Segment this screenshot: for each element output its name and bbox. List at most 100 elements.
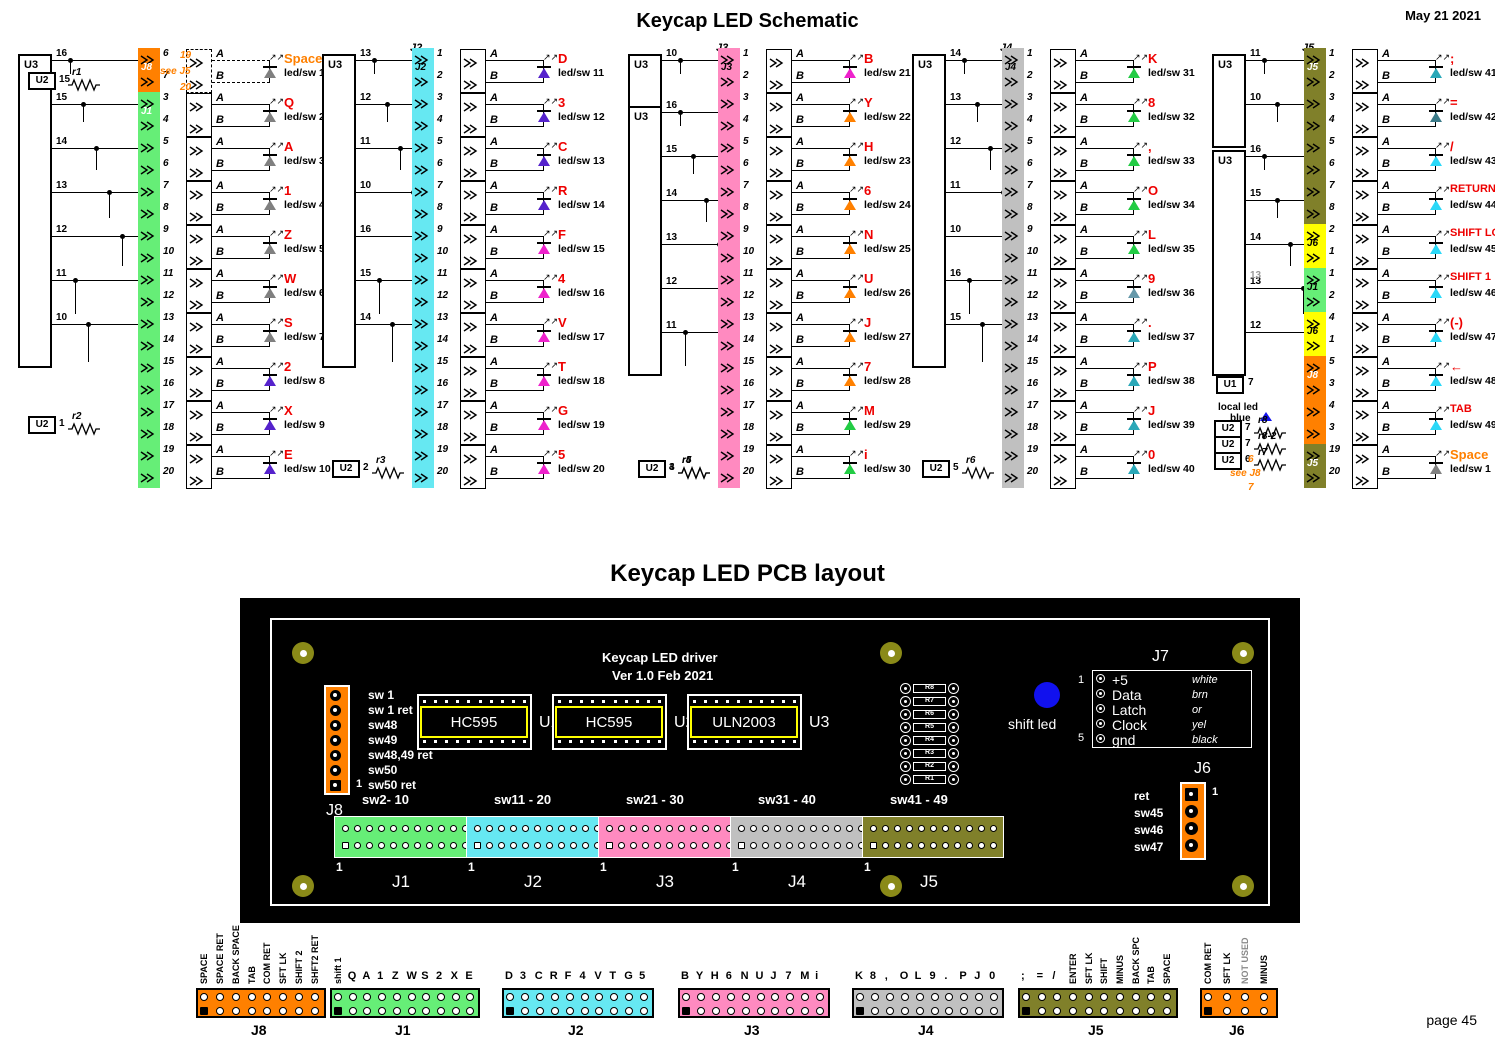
legend-label: B — [681, 970, 689, 982]
ribbon-arrow — [1306, 448, 1324, 461]
key-label: P — [1148, 359, 1157, 374]
connector-arrow — [463, 231, 481, 249]
resistor-label: r8 — [1258, 415, 1268, 426]
led-cathode-bar — [1127, 418, 1141, 420]
led-symbol — [264, 420, 276, 430]
ic-pin — [635, 740, 639, 743]
connector-pin-b: 6 — [1027, 158, 1033, 169]
ribbon-arrow — [1004, 228, 1022, 241]
connector-pin-a: 11 — [437, 268, 448, 279]
ribbon-connector-J5[interactable]: J5 J6 J1 J6 J8 J5 — [1304, 48, 1326, 488]
led-symbol — [844, 332, 856, 342]
wire — [52, 324, 138, 325]
led-symbol — [844, 288, 856, 298]
connector-arrow — [463, 319, 481, 337]
pcb-header-pad — [510, 842, 517, 849]
pcb-header-pad — [666, 842, 673, 849]
connector-pin-b: 20 — [1027, 466, 1039, 477]
led-emission-icon: ↗↗ — [543, 272, 559, 282]
pcb-header-pad — [450, 825, 457, 832]
j8-pad-center — [333, 708, 337, 712]
wire — [1264, 60, 1265, 74]
connector-arrow — [463, 275, 481, 293]
pcb-header-J3[interactable] — [598, 816, 740, 858]
j7-signal-label: Data — [1112, 687, 1142, 703]
pcb-section-title: Keycap LED PCB layout — [610, 560, 885, 587]
u3-pin-number: 13 — [360, 48, 372, 59]
ribbon-arrow — [720, 184, 738, 197]
ribbon-connector-J2[interactable]: J2 — [412, 48, 434, 488]
ribbon-connector-J1[interactable]: J1 J8 — [138, 48, 160, 488]
u3-chip-label: U3 — [328, 59, 343, 71]
legend-pad — [915, 993, 924, 1001]
led-cathode-bar — [843, 66, 857, 68]
wire — [1076, 236, 1134, 237]
ic-pin — [624, 700, 628, 703]
legend-connector-J5: ; = / ENTER SFT LK SHIFT MINUS BACK SPC TAB SPACE… — [1018, 937, 1178, 1060]
wire — [52, 236, 138, 237]
led-cathode-bar — [843, 198, 857, 200]
wire — [662, 288, 718, 289]
j8-pad-center — [333, 693, 337, 697]
ic-pin — [770, 700, 774, 703]
chip-ref-U2: U2 — [28, 72, 56, 90]
page-number: page 45 — [1426, 1012, 1477, 1028]
terminal-a-label: A — [1382, 444, 1390, 456]
pcb-header-pad — [930, 842, 937, 849]
terminal-a-label: A — [1382, 48, 1390, 60]
pcb-header-J2[interactable] — [466, 816, 608, 858]
ic-pin — [726, 740, 730, 743]
legend-label: Q — [347, 970, 357, 982]
led-emission-icon: ↗↗ — [269, 184, 285, 194]
switch-label: led/sw 39 — [1148, 419, 1195, 431]
terminal-b-label: B — [1080, 466, 1088, 478]
legend-label-vertical: SFT LK — [278, 952, 289, 985]
connector-pin-b: 8 — [743, 202, 749, 213]
pcb-header-J1[interactable] — [334, 816, 476, 858]
connector-pin-b: 20 — [163, 466, 175, 477]
resistor-pad — [900, 709, 911, 720]
wire — [486, 148, 544, 149]
chip-pin: 7 — [1245, 438, 1251, 449]
connector-pin-a: 3 — [743, 92, 749, 103]
ribbon-connector-J3[interactable]: J3 — [718, 48, 740, 488]
ribbon-arrow — [414, 250, 432, 263]
legend-pad — [247, 1007, 256, 1015]
legend-body-J8[interactable] — [196, 988, 326, 1018]
connector-pin-b: 4 — [163, 114, 169, 125]
connector-pin-b: 12 — [1027, 290, 1039, 301]
ic-pin — [704, 740, 708, 743]
resistor-pad — [948, 735, 959, 746]
resistor-label: r1 — [72, 67, 82, 78]
switch-label: led/sw 15 — [558, 243, 605, 255]
ic-pin — [781, 700, 785, 703]
ribbon-arrow — [720, 426, 738, 439]
legend-pad — [550, 1007, 559, 1015]
legend-name-J5: J5 — [1088, 1022, 1104, 1038]
ribbon-arrow — [140, 404, 158, 417]
connector-arrow — [463, 143, 481, 161]
connector-arrow — [189, 143, 207, 161]
pcb-header-pad — [378, 825, 385, 832]
pcb-header-J5[interactable] — [862, 816, 1004, 858]
key-label: V — [558, 315, 567, 330]
resistor-label: r7 — [1258, 447, 1268, 458]
ic-pin — [704, 700, 708, 703]
connector-pin-a: 2 — [1329, 224, 1335, 235]
pcb-header-pad — [738, 825, 745, 832]
u3-pin-number: 13 — [56, 180, 68, 191]
legend-label: 1 — [377, 970, 384, 982]
legend-label: E — [465, 970, 473, 982]
legend-label-vertical: MINUS — [1115, 955, 1126, 984]
pcb-header-J4[interactable] — [730, 816, 872, 858]
mounting-hole — [880, 642, 902, 664]
resistor-label: r3 — [376, 455, 386, 466]
connector-pin-b: 4 — [1329, 114, 1335, 125]
ic-pin — [558, 740, 562, 743]
ribbon-connector-J4[interactable]: J4 — [1002, 48, 1024, 488]
wire — [392, 324, 393, 362]
connector-arrow — [1053, 473, 1071, 491]
legend-pad — [856, 1007, 864, 1015]
wire — [212, 280, 270, 281]
legend-pad — [215, 1007, 224, 1015]
